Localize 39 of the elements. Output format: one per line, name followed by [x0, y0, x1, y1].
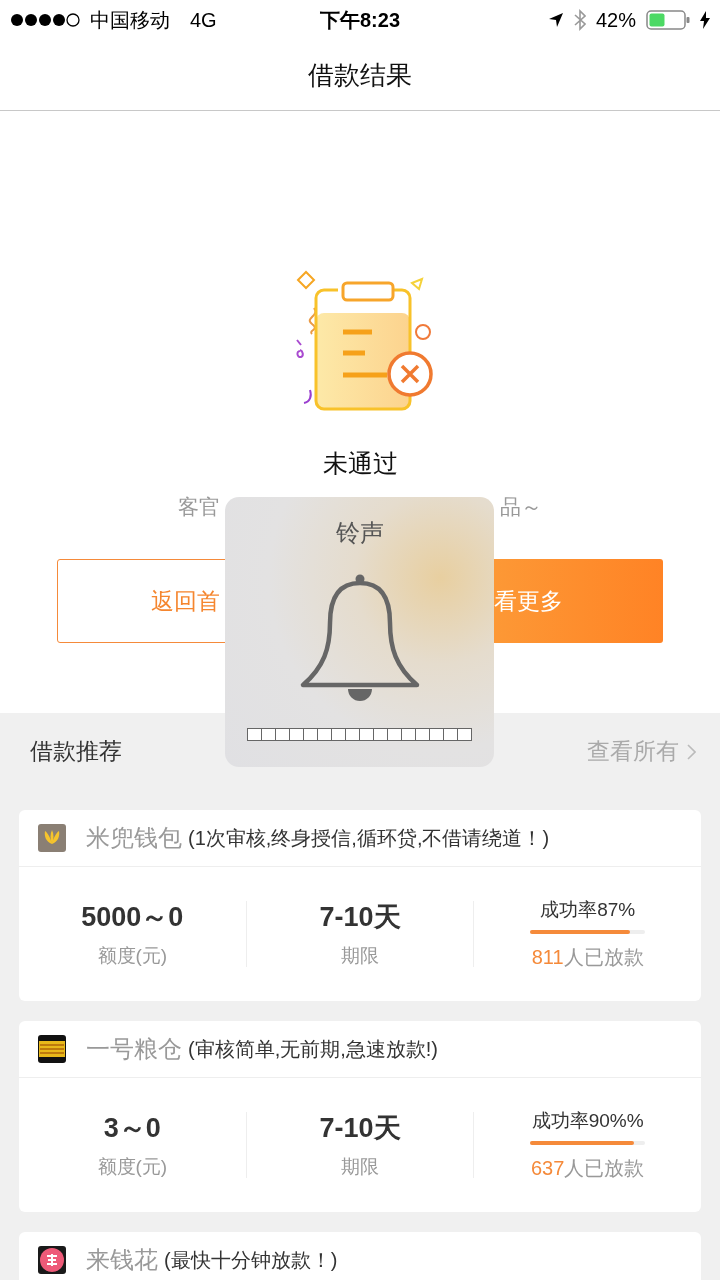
success-rate: 成功率87% — [540, 898, 636, 922]
location-arrow-icon — [547, 12, 564, 28]
chevron-right-icon — [687, 743, 696, 760]
loan-term: 7-10天 — [319, 1112, 401, 1145]
bell-icon — [298, 573, 421, 701]
signal-icon — [10, 13, 82, 27]
view-all-link[interactable]: 查看所有 — [587, 736, 696, 767]
product-tagline: (最快十分钟放款！) — [164, 1247, 338, 1273]
bluetooth-icon — [573, 9, 586, 31]
result-status: 未通过 — [322, 448, 398, 479]
section-title: 借款推荐 — [30, 737, 122, 766]
product-tagline: (1次审核,终身授信,循环贷,不借请绕道！) — [188, 825, 550, 851]
term-label: 期限 — [341, 1155, 379, 1179]
carrier-name: 中国移动 — [90, 7, 170, 33]
product-name: 米兜钱包 — [86, 823, 182, 853]
hud-title: 铃声 — [335, 518, 384, 548]
result-message: 品～ — [500, 494, 542, 520]
battery-percent: 42% — [595, 8, 636, 32]
app-logo-icon — [38, 824, 66, 852]
success-rate: 成功率90%% — [531, 1109, 644, 1133]
term-label: 期限 — [341, 944, 379, 968]
product-name: 来钱花 — [86, 1245, 158, 1275]
product-name: 一号粮仓 — [86, 1034, 182, 1064]
loan-amount: 5000～0 — [81, 901, 184, 934]
battery-icon — [646, 10, 690, 30]
amount-label: 额度(元) — [97, 1155, 168, 1179]
loan-amount: 3～0 — [103, 1112, 161, 1145]
page-title: 借款结果 — [308, 58, 412, 92]
app-logo-icon — [38, 1035, 66, 1063]
result-message: 客官 — [178, 494, 220, 520]
amount-label: 额度(元) — [97, 944, 168, 968]
loan-term: 7-10天 — [319, 901, 401, 934]
app-logo-icon — [38, 1246, 66, 1274]
network-type: 4G — [190, 8, 217, 32]
product-tagline: (审核简单,无前期,急速放款!) — [188, 1036, 438, 1062]
charging-bolt-icon — [700, 11, 710, 29]
clock-time: 下午8:23 — [320, 7, 400, 33]
loan-count: 811人已放款 — [531, 945, 644, 970]
loan-count: 637人已放款 — [531, 1156, 645, 1181]
